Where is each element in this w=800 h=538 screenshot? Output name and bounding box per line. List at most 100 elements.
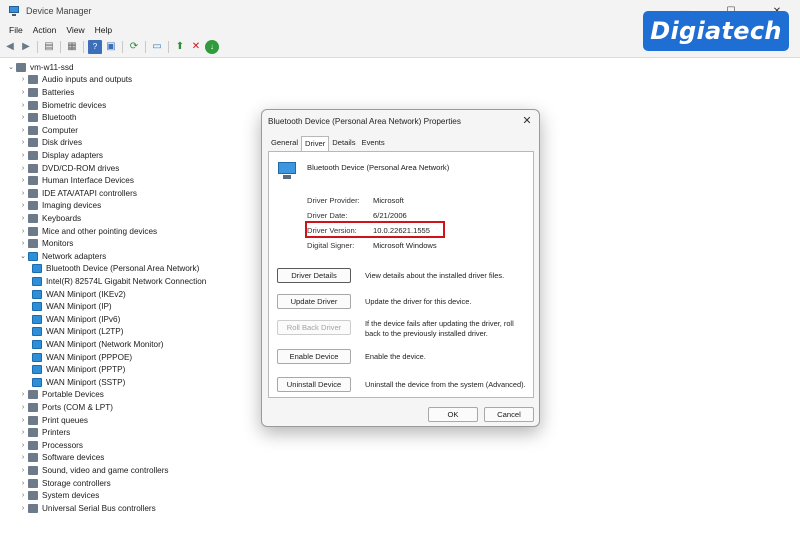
chevron-right-icon[interactable]: › [18, 190, 28, 197]
chevron-right-icon[interactable]: › [18, 127, 28, 134]
dialog-title: Bluetooth Device (Personal Area Network)… [268, 117, 461, 126]
chevron-right-icon[interactable]: › [18, 429, 28, 436]
chevron-right-icon[interactable]: › [18, 505, 28, 512]
menu-view[interactable]: View [61, 25, 89, 35]
help-icon[interactable]: ? [88, 39, 102, 54]
tree-device[interactable]: WAN Miniport (L2TP) [32, 326, 124, 339]
chevron-right-icon[interactable]: › [18, 202, 28, 209]
chevron-right-icon[interactable]: › [18, 480, 28, 487]
view-icon[interactable]: ▣ [104, 40, 118, 54]
scan-hardware-icon[interactable]: ▭ [150, 40, 164, 54]
back-arrow-icon[interactable]: ◀ [3, 40, 17, 54]
computer-icon [16, 62, 26, 72]
chevron-right-icon[interactable]: › [18, 391, 28, 398]
tab-events[interactable]: Events [359, 136, 388, 151]
chevron-right-icon[interactable]: › [18, 442, 28, 449]
tree-device[interactable]: WAN Miniport (IKEv2) [32, 288, 126, 301]
forward-arrow-icon[interactable]: ▶ [19, 40, 33, 54]
tree-category[interactable]: › Display adapters [18, 149, 103, 162]
chevron-right-icon[interactable]: › [18, 76, 28, 83]
chevron-right-icon[interactable]: › [18, 492, 28, 499]
tree-category[interactable]: › Computer [18, 124, 78, 137]
tree-device[interactable]: Bluetooth Device (Personal Area Network) [32, 263, 199, 276]
roll-back-driver-button[interactable]: Roll Back Driver [277, 320, 351, 335]
tree-category[interactable]: › Sound, video and game controllers [18, 464, 169, 477]
chevron-right-icon[interactable]: › [18, 139, 28, 146]
close-icon[interactable]: ✕ [520, 114, 534, 128]
tree-category[interactable]: › Software devices [18, 452, 104, 465]
properties-icon[interactable]: ▦ [65, 40, 79, 54]
tree-category[interactable]: › Universal Serial Bus controllers [18, 502, 156, 515]
chevron-right-icon[interactable]: › [18, 228, 28, 235]
chevron-down-icon[interactable]: ⌄ [18, 252, 28, 260]
tree-device[interactable]: WAN Miniport (PPTP) [32, 363, 125, 376]
tree-category[interactable]: › Print queues [18, 414, 88, 427]
device-name: Bluetooth Device (Personal Area Network) [307, 163, 450, 172]
tree-category[interactable]: › Imaging devices [18, 200, 101, 213]
chevron-right-icon[interactable]: › [18, 454, 28, 461]
chevron-right-icon[interactable]: › [18, 177, 28, 184]
tree-category[interactable]: › Batteries [18, 86, 74, 99]
driver-details-button[interactable]: Driver Details [277, 268, 351, 283]
tree-device[interactable]: WAN Miniport (PPPOE) [32, 351, 132, 364]
update-driver-icon[interactable]: ⟳ [127, 40, 141, 54]
tree-category[interactable]: › DVD/CD-ROM drives [18, 162, 119, 175]
tree-root[interactable]: ⌄ vm-w11-ssd [6, 61, 74, 74]
tree-category[interactable]: › System devices [18, 489, 99, 502]
tree-device[interactable]: WAN Miniport (IP) [32, 300, 112, 313]
tree-device[interactable]: WAN Miniport (Network Monitor) [32, 338, 164, 351]
enable-device-icon[interactable]: ↓ [205, 39, 219, 54]
chevron-right-icon[interactable]: › [18, 215, 28, 222]
tree-category[interactable]: › Disk drives [18, 137, 82, 150]
menu-file[interactable]: File [4, 25, 28, 35]
tree-root-label: vm-w11-ssd [30, 62, 74, 72]
tab-driver[interactable]: Driver [301, 136, 330, 152]
chevron-right-icon[interactable]: › [18, 404, 28, 411]
chevron-right-icon[interactable]: › [18, 152, 28, 159]
tree-category[interactable]: › Biometric devices [18, 99, 106, 112]
tree-item-label: Mice and other pointing devices [42, 226, 158, 236]
ok-button[interactable]: OK [428, 407, 478, 422]
tree-device[interactable]: WAN Miniport (SSTP) [32, 376, 125, 389]
chevron-right-icon[interactable]: › [18, 114, 28, 121]
chevron-right-icon[interactable]: › [18, 417, 28, 424]
network-adapter-icon [32, 365, 42, 375]
tree-category-expanded[interactable]: ⌄ Network adapters [18, 250, 106, 263]
chevron-right-icon[interactable]: › [18, 165, 28, 172]
network-adapter-icon [32, 377, 42, 387]
tree-category[interactable]: › Bluetooth [18, 111, 77, 124]
chevron-right-icon[interactable]: › [18, 240, 28, 247]
tab-general[interactable]: General [268, 136, 301, 151]
tree-category[interactable]: › Mice and other pointing devices [18, 225, 157, 238]
uninstall-device-button[interactable]: Uninstall Device [277, 377, 351, 392]
tree-category[interactable]: › Storage controllers [18, 477, 111, 490]
chevron-down-icon[interactable]: ⌄ [6, 63, 16, 71]
tab-details[interactable]: Details [329, 136, 358, 151]
show-hide-console-tree-icon[interactable]: ▤ [42, 40, 56, 54]
chevron-right-icon[interactable]: › [18, 102, 28, 109]
tree-category[interactable]: › Portable Devices [18, 389, 104, 402]
tree-item-label: Monitors [42, 239, 74, 249]
tree-category[interactable]: › Printers [18, 426, 70, 439]
tree-category[interactable]: › Human Interface Devices [18, 174, 134, 187]
tree-device[interactable]: Intel(R) 82574L Gigabit Network Connecti… [32, 275, 206, 288]
network-adapter-icon [32, 327, 42, 337]
tree-category[interactable]: › Keyboards [18, 212, 81, 225]
tree-device[interactable]: WAN Miniport (IPv6) [32, 313, 120, 326]
tree-category[interactable]: › Processors [18, 439, 83, 452]
menu-action[interactable]: Action [28, 25, 62, 35]
tree-category[interactable]: › Audio inputs and outputs [18, 74, 132, 87]
tree-category[interactable]: › IDE ATA/ATAPI controllers [18, 187, 137, 200]
add-driver-icon[interactable]: ⬆ [173, 40, 187, 54]
menu-help[interactable]: Help [90, 25, 117, 35]
cancel-button[interactable]: Cancel [484, 407, 534, 422]
enable-device-button[interactable]: Enable Device [277, 349, 351, 364]
uninstall-icon[interactable]: ✕ [189, 40, 203, 54]
update-driver-button[interactable]: Update Driver [277, 294, 351, 309]
toolbar-separator [145, 40, 146, 53]
tree-category[interactable]: › Ports (COM & LPT) [18, 401, 113, 414]
chevron-right-icon[interactable]: › [18, 89, 28, 96]
tree-category[interactable]: › Monitors [18, 237, 73, 250]
uninstall-device-desc: Uninstall the device from the system (Ad… [365, 380, 526, 389]
chevron-right-icon[interactable]: › [18, 467, 28, 474]
